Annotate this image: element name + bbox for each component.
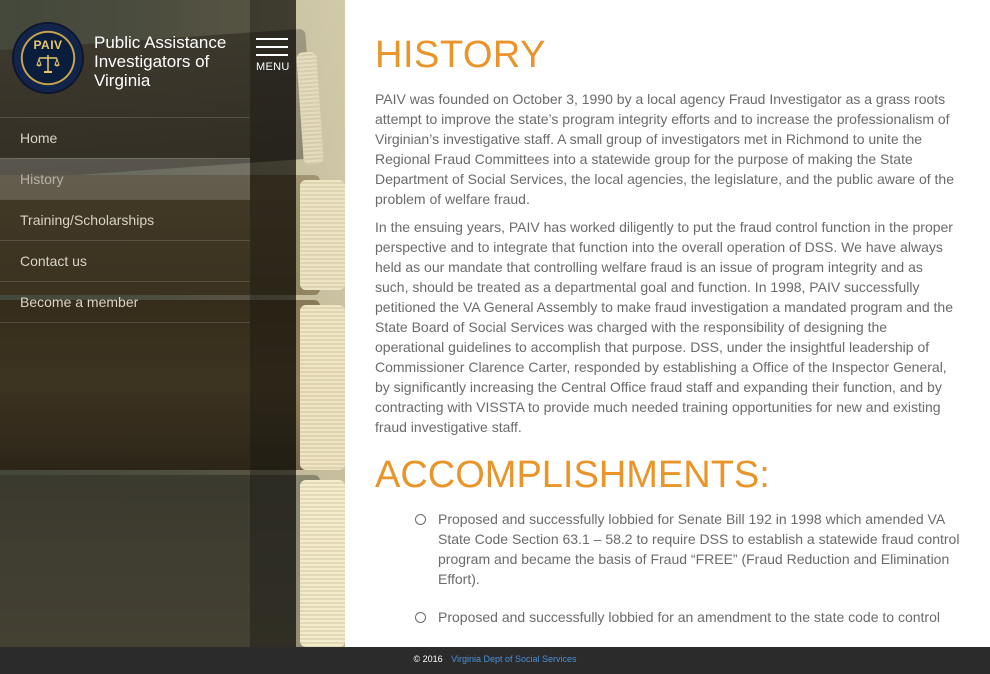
menu-label: MENU [256, 61, 290, 73]
hamburger-icon [256, 38, 290, 56]
circle-bullet-icon [415, 514, 426, 525]
history-paragraph-2: In the ensuing years, PAIV has worked di… [375, 219, 953, 435]
nav-item-history[interactable]: History [0, 158, 250, 199]
circle-bullet-icon [415, 612, 426, 623]
accomplishments-heading: ACCOMPLISHMENTS: [375, 454, 770, 496]
nav-item-become-a-member[interactable]: Become a member [0, 281, 250, 323]
list-item: Proposed and successfully lobbied for Se… [415, 509, 960, 589]
main-nav: Home History Training/Scholarships Conta… [0, 117, 250, 323]
nav-item-training-scholarships[interactable]: Training/Scholarships [0, 199, 250, 240]
footer-copyright: © 2016 [413, 654, 443, 664]
accomplishment-text: Proposed and successfully lobbied for an… [438, 609, 940, 625]
page-title: HISTORY [375, 34, 547, 76]
nav-item-contact-us[interactable]: Contact us [0, 240, 250, 281]
scales-of-justice-icon [36, 55, 60, 73]
accomplishments-list: Proposed and successfully lobbied for Se… [375, 509, 960, 627]
footer: © 2016 Virginia Dept of Social Services [0, 647, 990, 674]
accomplishment-text: Proposed and successfully lobbied for Se… [438, 511, 960, 587]
history-paragraph-1: PAIV was founded on October 3, 1990 by a… [375, 91, 954, 207]
list-item: Proposed and successfully lobbied for an… [415, 607, 960, 627]
nav-item-home[interactable]: Home [0, 117, 250, 158]
sidebar: PAIV Public Assistance Investigators of … [0, 0, 250, 647]
menu-button[interactable]: MENU [256, 38, 290, 73]
main-content: HISTORY PAIV was founded on October 3, 1… [345, 0, 990, 647]
site-title[interactable]: Public Assistance Investigators of Virgi… [94, 33, 244, 90]
footer-link-vdss[interactable]: Virginia Dept of Social Services [451, 654, 576, 664]
menu-column [250, 0, 296, 647]
logo-text: PAIV [33, 38, 63, 52]
logo[interactable]: PAIV [14, 24, 86, 96]
paiv-seal: PAIV [14, 24, 82, 92]
